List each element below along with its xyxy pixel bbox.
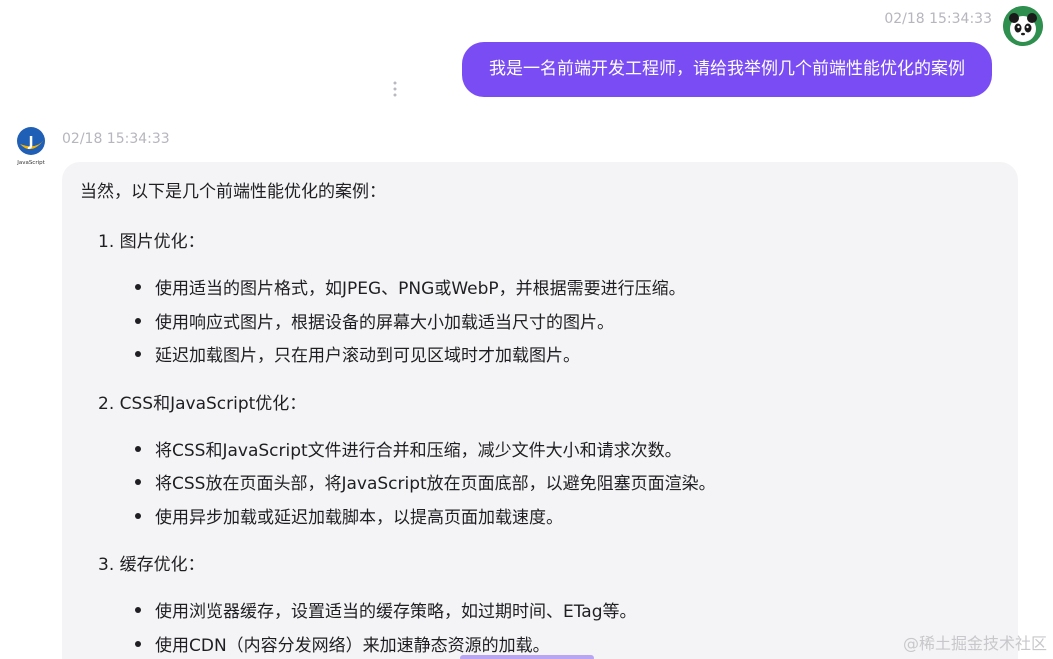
chat-window: 02/18 15:34:33 我是一名前端开发工程师，请给我举例几个前端性能优化…: [0, 0, 1053, 659]
svg-text:JavaScript: JavaScript: [16, 160, 45, 166]
list-item: 使用异步加载或延迟加载脚本，以提高页面加载速度。: [135, 503, 563, 528]
scroll-indicator[interactable]: [460, 655, 594, 659]
bot-message-timestamp: 02/18 15:34:33: [62, 131, 170, 147]
bot-message-intro: 当然，以下是几个前端性能优化的案例：: [80, 182, 386, 202]
list-item: 使用响应式图片，根据设备的屏幕大小加载适当尺寸的图片。: [135, 308, 614, 333]
panda-avatar-icon[interactable]: [1003, 6, 1043, 46]
svg-text:J: J: [28, 135, 34, 150]
watermark: @稀土掘金技术社区: [902, 634, 1047, 653]
list-item: 延迟加载图片，只在用户滚动到可见区域时才加载图片。: [135, 341, 580, 366]
list-item: 使用适当的图片格式，如JPEG、PNG或WebP，并根据需要进行压缩。: [135, 274, 686, 299]
section-title: 1. 图片优化：: [98, 232, 205, 252]
section-title: 2. CSS和JavaScript优化：: [98, 394, 307, 414]
more-options-icon[interactable]: [391, 80, 399, 98]
list-item: 将CSS和JavaScript文件进行合并和压缩，减少文件大小和请求次数。: [135, 436, 682, 461]
list-item: 使用CDN（内容分发网络）来加速静态资源的加载。: [135, 631, 550, 656]
section-title: 3. 缓存优化：: [98, 555, 205, 575]
user-message-bubble: 我是一名前端开发工程师，请给我举例几个前端性能优化的案例: [462, 42, 992, 97]
list-item: 将CSS放在页面头部，将JavaScript放在页面底部，以避免阻塞页面渲染。: [135, 469, 716, 494]
user-message-timestamp: 02/18 15:34:33: [884, 11, 992, 27]
list-item: 使用浏览器缓存，设置适当的缓存策略，如过期时间、ETag等。: [135, 597, 637, 622]
javascript-logo-icon: J JavaScript: [14, 126, 48, 166]
